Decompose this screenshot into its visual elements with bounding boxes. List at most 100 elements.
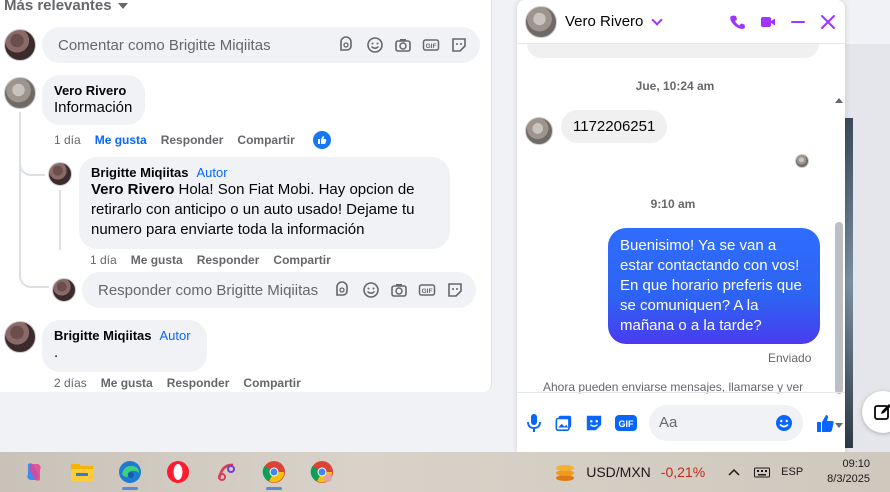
outgoing-message[interactable]: Buenisimo! Ya se van a estar contactando… (608, 228, 820, 344)
sticker-icon[interactable] (446, 281, 464, 299)
clock-time: 09:10 (842, 458, 870, 470)
close-icon[interactable] (819, 13, 837, 31)
comment-input[interactable]: Comentar como Brigitte Miqiitas GIF (42, 27, 480, 63)
scrollbar[interactable] (833, 92, 843, 430)
mention-link[interactable]: Vero Rivero (91, 181, 174, 198)
chevron-up-icon[interactable] (725, 463, 743, 481)
share-button[interactable]: Compartir (237, 133, 294, 147)
contact-name[interactable]: Vero Rivero (565, 13, 643, 30)
author-badge: Autor (159, 328, 191, 343)
comment-author-row: Brigitte Miqiitas Autor (54, 328, 195, 343)
clock-date: 8/3/2025 (827, 473, 870, 485)
chrome-icon[interactable] (250, 452, 298, 492)
photo-icon[interactable] (555, 414, 573, 432)
avatar[interactable] (4, 29, 36, 61)
caret-down-icon (117, 3, 128, 10)
opera-icon[interactable] (154, 452, 202, 492)
avatar-sticker-icon[interactable] (338, 36, 356, 54)
sender-avatar[interactable] (525, 117, 553, 145)
author-badge: Autor (196, 165, 228, 180)
file-explorer-icon[interactable] (58, 452, 106, 492)
emoji-icon[interactable] (366, 36, 384, 54)
gif-icon[interactable]: GIF (615, 414, 637, 432)
like-button[interactable]: Me gusta (95, 133, 147, 147)
comment-actions: 1 día Me gusta Responder Compartir (54, 131, 331, 149)
avatar[interactable] (52, 278, 76, 302)
comment-input-placeholder: Comentar como Brigitte Miqiitas (58, 36, 271, 54)
reply-text: Vero Rivero Hola! Son Fiat Mobi. Hay opc… (91, 180, 438, 240)
chrome-profile-icon[interactable] (298, 452, 346, 492)
chat-window: Vero Rivero Jue, 10:24 am 1172206251 9:1… (517, 0, 845, 452)
avatar-vero-rivero[interactable] (4, 77, 36, 109)
comment-time[interactable]: 2 días (54, 376, 87, 390)
thumbs-up-icon[interactable] (815, 412, 837, 434)
comment-text: Información (54, 99, 133, 116)
emoji-icon[interactable] (362, 281, 380, 299)
system-tray: USD/MXN -0,21% ESP 09:10 8/3/2025 (554, 452, 890, 492)
language-indicator[interactable]: ESP (781, 466, 803, 478)
share-button[interactable]: Compartir (243, 376, 300, 390)
keyboard-icon[interactable] (753, 463, 771, 481)
camera-icon[interactable] (390, 281, 408, 299)
copilot-icon[interactable] (10, 452, 58, 492)
gif-icon[interactable]: GIF (418, 281, 436, 299)
reply-author[interactable]: Brigitte Miqiitas (91, 165, 189, 180)
comment-author[interactable]: Brigitte Miqiitas (54, 328, 152, 343)
avatar-sticker-icon[interactable] (334, 281, 352, 299)
share-button[interactable]: Compartir (273, 253, 330, 267)
reply-button[interactable]: Responder (161, 133, 224, 147)
microphone-icon[interactable] (525, 413, 543, 432)
clock[interactable]: 09:10 8/3/2025 (827, 457, 870, 487)
sort-label: Más relevantes (4, 0, 112, 14)
contact-avatar[interactable] (525, 5, 557, 38)
edge-icon[interactable] (106, 452, 154, 492)
reply-time[interactable]: 1 día (90, 253, 117, 267)
capture-app-icon[interactable] (202, 452, 250, 492)
compose-icon (874, 404, 890, 420)
comment-text: . (54, 344, 59, 361)
comment-author[interactable]: Vero Rivero (54, 83, 133, 98)
chevron-down-icon[interactable] (651, 13, 664, 26)
thread-connector (19, 266, 49, 288)
scrollbar-thumb[interactable] (835, 222, 843, 394)
currency-stack-icon (554, 463, 576, 481)
like-button[interactable]: Me gusta (101, 376, 153, 390)
scroll-up-icon[interactable] (835, 98, 843, 103)
reply-bubble: Brigitte Miqiitas Autor Vero Rivero Hola!… (79, 157, 450, 249)
thread-connector (19, 164, 45, 176)
reply-button[interactable]: Responder (197, 253, 260, 267)
reply-input-placeholder: Responder como Brigitte Miqiitas (98, 281, 319, 299)
video-call-icon[interactable] (759, 13, 777, 31)
background-card (845, 0, 890, 44)
emoji-icon[interactable] (775, 414, 793, 432)
avatar[interactable] (48, 162, 72, 186)
reply-button[interactable]: Responder (167, 376, 230, 390)
timestamp: Jue, 10:24 am (635, 79, 715, 93)
comments-panel: Más relevantes Comentar como Brigitte Mi… (0, 0, 492, 392)
incoming-message[interactable]: 1172206251 (561, 110, 668, 143)
chat-composer: GIF Aa (517, 392, 845, 452)
sticker-icon[interactable] (450, 36, 468, 54)
comment-time[interactable]: 1 día (54, 133, 81, 147)
comment-bubble: Brigitte Miqiitas Autor . (42, 320, 207, 372)
reply-input[interactable]: Responder como Brigitte Miqiitas GIF (82, 272, 476, 308)
avatar[interactable] (4, 321, 36, 353)
ticker-symbol[interactable]: USD/MXN (586, 464, 651, 480)
ticker-change: -0,21% (660, 464, 706, 480)
sort-dropdown[interactable]: Más relevantes (4, 0, 128, 14)
read-receipt-avatar (795, 154, 809, 168)
background-photo (845, 118, 853, 448)
gif-icon[interactable]: GIF (422, 36, 440, 54)
camera-icon[interactable] (394, 36, 412, 54)
like-reaction-icon[interactable] (312, 131, 331, 149)
message-input[interactable]: Aa (649, 404, 803, 441)
phone-icon[interactable] (729, 13, 747, 31)
svg-text:GIF: GIF (422, 288, 433, 295)
windows-taskbar: USD/MXN -0,21% ESP 09:10 8/3/2025 (0, 452, 890, 492)
like-button[interactable]: Me gusta (131, 253, 183, 267)
message-status: Enviado (768, 351, 812, 365)
message-input-placeholder: Aa (659, 414, 678, 431)
sticker-icon[interactable] (585, 414, 603, 432)
comment-actions: 2 días Me gusta Responder Compartir (54, 376, 301, 390)
minimize-icon[interactable] (789, 13, 807, 31)
